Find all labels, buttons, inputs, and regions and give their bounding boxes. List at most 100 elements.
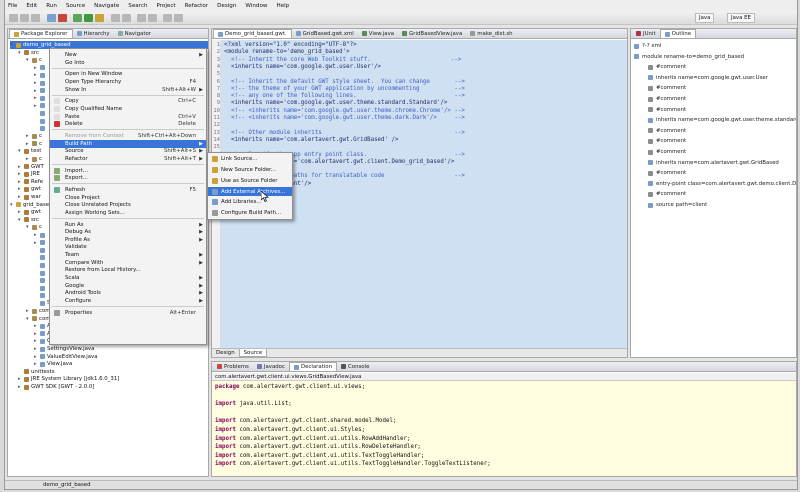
gwt-icon[interactable] bbox=[47, 14, 56, 22]
expand-toggle-icon[interactable]: ▸ bbox=[34, 331, 39, 337]
submenu-item-add-external-archives[interactable]: Add External Archives... bbox=[208, 187, 292, 196]
tab-design[interactable]: Design bbox=[212, 349, 239, 357]
expand-toggle-icon[interactable]: ▸ bbox=[34, 88, 39, 94]
tab-javadoc[interactable]: Javadoc bbox=[253, 362, 289, 371]
submenu-item-add-libraries[interactable]: Add Libraries... bbox=[208, 198, 292, 206]
expand-toggle-icon[interactable]: ▾ bbox=[18, 217, 23, 223]
expand-toggle-icon[interactable]: ▾ bbox=[18, 148, 23, 154]
outline-item[interactable]: #comment bbox=[648, 95, 686, 103]
tab-outline[interactable]: Outline bbox=[659, 29, 697, 38]
debug-icon[interactable] bbox=[73, 14, 82, 22]
menu-window[interactable]: Window bbox=[245, 3, 267, 9]
menu-item-configure[interactable]: Configure ▶ bbox=[50, 297, 206, 305]
perspective-javaee[interactable]: Java EE bbox=[727, 13, 755, 23]
outline-item[interactable]: source path=client bbox=[648, 201, 707, 209]
tab-make-dist-sh[interactable]: make_dist.sh bbox=[466, 29, 516, 38]
menu-search[interactable]: Search bbox=[128, 3, 147, 9]
outline-item[interactable]: #comment bbox=[648, 127, 686, 135]
new-class-icon[interactable] bbox=[122, 14, 131, 22]
menu-item-properties[interactable]: Properties Alt+Enter bbox=[50, 309, 206, 317]
expand-toggle-icon[interactable]: ▸ bbox=[26, 141, 31, 147]
perspective-java[interactable]: Java bbox=[695, 13, 715, 23]
back-icon[interactable] bbox=[163, 14, 172, 22]
outline-item[interactable]: #comment bbox=[648, 106, 686, 114]
expand-toggle-icon[interactable]: ▾ bbox=[18, 50, 23, 56]
tab-view-java[interactable]: View.java bbox=[358, 29, 398, 38]
expand-toggle-icon[interactable]: ▸ bbox=[34, 354, 39, 360]
tab-hierarchy[interactable]: Hierarchy bbox=[73, 29, 114, 38]
menu-design[interactable]: Design bbox=[217, 3, 236, 9]
submenu-item-use-as-source-folder[interactable]: Use as Source Folder bbox=[208, 177, 292, 185]
menu-item-export[interactable]: Export... bbox=[50, 174, 206, 182]
expand-toggle-icon[interactable]: ▸ bbox=[18, 384, 23, 390]
expand-toggle-icon[interactable]: ▸ bbox=[34, 232, 39, 238]
menu-item-show-in[interactable]: Show In Shift+Alt+W ▶ bbox=[50, 86, 206, 94]
open-type-icon[interactable] bbox=[148, 14, 157, 22]
expand-toggle-icon[interactable]: ▸ bbox=[26, 308, 31, 314]
tab-package-explorer[interactable]: Package Explorer bbox=[9, 29, 73, 38]
outline-item[interactable]: module rename-to=demo_grid_based bbox=[634, 53, 744, 61]
outline-item[interactable]: #comment bbox=[648, 148, 686, 156]
expand-toggle-icon[interactable]: ▾ bbox=[26, 57, 31, 63]
outline-item[interactable]: #comment bbox=[648, 190, 686, 198]
tab-navigator[interactable]: Navigator bbox=[114, 29, 155, 38]
expand-toggle-icon[interactable]: ▸ bbox=[34, 80, 39, 86]
expand-toggle-icon[interactable]: ▸ bbox=[18, 179, 23, 185]
google-icon[interactable] bbox=[58, 14, 67, 22]
menu-item-go-into[interactable]: Go Into bbox=[50, 59, 206, 67]
tab-demo-grid-based-gwt-[interactable]: Demo_grid_based.gwt. bbox=[213, 29, 292, 38]
menu-item-delete[interactable]: Delete Delete bbox=[50, 120, 206, 128]
print-icon[interactable] bbox=[31, 14, 40, 22]
expand-toggle-icon[interactable]: ▸ bbox=[18, 209, 23, 215]
forward-icon[interactable] bbox=[174, 14, 183, 22]
expand-toggle-icon[interactable]: ▸ bbox=[34, 323, 39, 329]
expand-toggle-icon[interactable]: ▸ bbox=[34, 240, 39, 246]
expand-toggle-icon[interactable]: ▾ bbox=[10, 202, 15, 208]
menu-file[interactable]: File bbox=[8, 3, 17, 9]
expand-toggle-icon[interactable]: ▾ bbox=[26, 316, 31, 322]
expand-toggle-icon[interactable]: ▸ bbox=[26, 156, 31, 162]
menu-run[interactable]: Run bbox=[46, 3, 57, 9]
expand-toggle-icon[interactable]: ▾ bbox=[10, 42, 15, 48]
submenu-item-link-source[interactable]: Link Source... bbox=[208, 155, 292, 163]
tab-source[interactable]: Source bbox=[238, 349, 268, 357]
tab-gridbasedview-java[interactable]: GridBasedView.java bbox=[398, 29, 466, 38]
outline-item[interactable]: entry-point class=com.alertavert.gwt.dem… bbox=[648, 180, 796, 188]
menu-item-refactor[interactable]: Refactor Shift+Alt+T ▶ bbox=[50, 155, 206, 163]
outline-item[interactable]: inherits name=com.alertavert.gwt.GridBas… bbox=[648, 159, 779, 167]
menu-navigate[interactable]: Navigate bbox=[94, 3, 119, 9]
expand-toggle-icon[interactable]: ▸ bbox=[34, 95, 39, 101]
outline-item[interactable]: ?-? xml bbox=[634, 42, 661, 50]
expand-toggle-icon[interactable]: ▸ bbox=[18, 194, 23, 200]
outline-item[interactable]: #comment bbox=[648, 137, 686, 145]
new-package-icon[interactable] bbox=[111, 14, 120, 22]
search-icon[interactable] bbox=[137, 14, 146, 22]
submenu-item-configure-build-path[interactable]: Configure Build Path... bbox=[208, 209, 292, 217]
tab-gridbased-gwt-xml[interactable]: GridBased.gwt.xml bbox=[292, 29, 358, 38]
menu-item-assign-working-sets[interactable]: Assign Working Sets... bbox=[50, 209, 206, 217]
menu-refactor[interactable]: Refactor bbox=[185, 3, 208, 9]
run-icon[interactable] bbox=[84, 14, 93, 22]
tab-console[interactable]: Console bbox=[337, 362, 373, 371]
menu-help[interactable]: Help bbox=[276, 3, 289, 9]
expand-toggle-icon[interactable]: ▸ bbox=[18, 186, 23, 192]
expand-toggle-icon[interactable]: ▸ bbox=[34, 103, 39, 109]
outline-item[interactable]: #comment bbox=[648, 63, 686, 71]
tab-declaration[interactable]: Declaration bbox=[288, 362, 338, 371]
expand-toggle-icon[interactable]: ▸ bbox=[18, 164, 23, 170]
outline-item[interactable]: inherits name=com.google.gwt.user.User bbox=[648, 74, 768, 82]
expand-toggle-icon[interactable]: ▸ bbox=[18, 171, 23, 177]
expand-toggle-icon[interactable]: ▸ bbox=[34, 65, 39, 71]
outline-item[interactable]: #comment bbox=[648, 169, 686, 177]
tree-item[interactable]: ▸ GWT SDK [GWT - 2.0.0] bbox=[18, 383, 208, 391]
menu-project[interactable]: Project bbox=[156, 3, 175, 9]
outline-item[interactable]: #comment bbox=[648, 84, 686, 92]
menu-source[interactable]: Source bbox=[66, 3, 85, 9]
expand-toggle-icon[interactable]: ▸ bbox=[26, 133, 31, 139]
expand-toggle-icon[interactable]: ▸ bbox=[34, 72, 39, 78]
expand-toggle-icon[interactable]: ▸ bbox=[34, 361, 39, 367]
expand-toggle-icon[interactable]: ▾ bbox=[26, 224, 31, 230]
new-icon[interactable] bbox=[9, 14, 18, 22]
submenu-item-new-source-folder[interactable]: New Source Folder... bbox=[208, 166, 292, 174]
menu-edit[interactable]: Edit bbox=[26, 3, 37, 9]
